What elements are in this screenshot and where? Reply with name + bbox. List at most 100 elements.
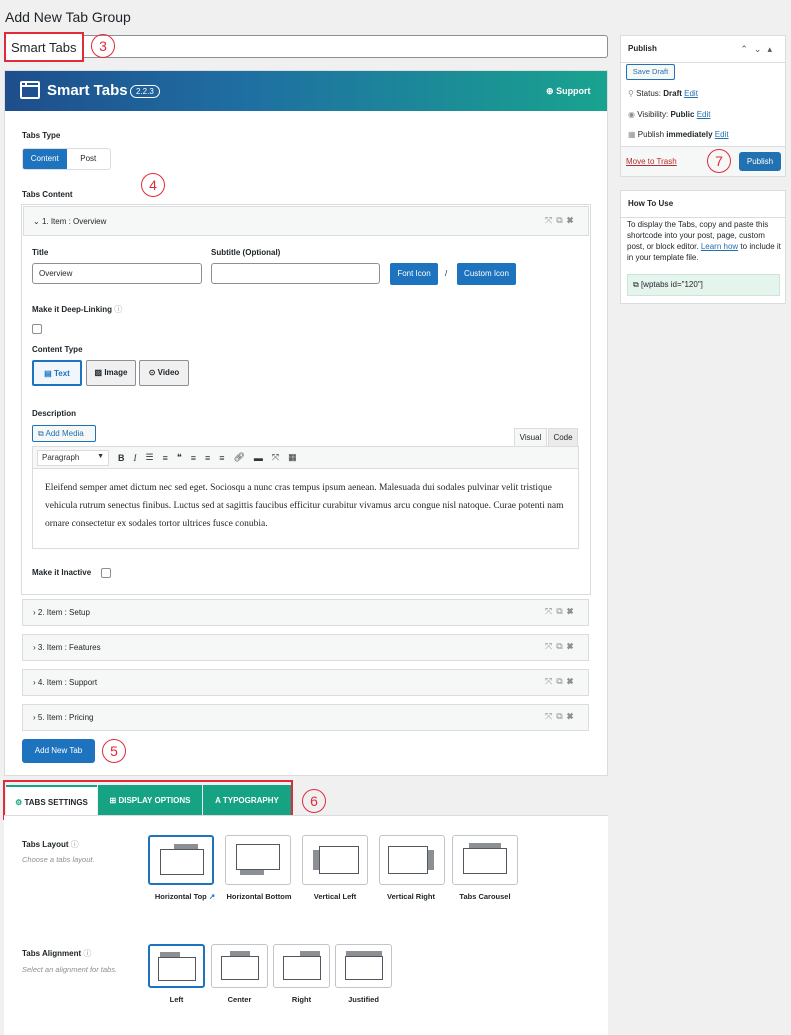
copy-icon[interactable]: ⧉ xyxy=(556,711,566,721)
publish-box-header[interactable]: Publish ⌃⌄▴ xyxy=(621,36,785,63)
grid-icon: ⊞ xyxy=(109,796,117,805)
publish-button[interactable]: Publish xyxy=(739,152,781,171)
layout-tabs-carousel[interactable] xyxy=(452,835,518,885)
bold-icon[interactable]: B xyxy=(118,453,125,463)
custom-icon-button[interactable]: Custom Icon xyxy=(457,263,516,285)
expand-icon[interactable]: ⤧ xyxy=(545,711,556,721)
numbered-list-icon[interactable]: ≡ xyxy=(163,453,168,463)
expand-icon[interactable]: ⤧ xyxy=(545,641,556,651)
copy-icon[interactable]: ⧉ xyxy=(556,606,566,616)
link-icon[interactable]: 🔗︎ xyxy=(233,452,244,463)
info-icon[interactable]: ⓘ xyxy=(71,840,79,849)
publish-date-edit-link[interactable]: Edit xyxy=(715,130,729,139)
expand-icon[interactable]: ⤧ xyxy=(545,215,556,225)
chevron-down-icon[interactable]: ⌄ xyxy=(754,44,768,54)
item-4-header[interactable] xyxy=(22,669,589,696)
external-link-icon[interactable]: ↗ xyxy=(209,892,215,901)
box-controls[interactable]: ⌃⌄▴ xyxy=(740,36,778,62)
copy-icon[interactable]: ⧉ xyxy=(556,215,566,225)
close-icon[interactable]: ✖ xyxy=(567,711,578,721)
tab-tabs-settings-label: TABS SETTINGS xyxy=(24,798,88,807)
inactive-checkbox[interactable] xyxy=(101,568,111,578)
add-new-tab-button[interactable]: Add New Tab xyxy=(22,739,95,763)
content-type-video[interactable]: ⊙ Video xyxy=(139,360,189,386)
item-5-controls[interactable]: ⤧⧉✖ xyxy=(545,711,578,722)
content-type-text[interactable]: ▤ Text xyxy=(32,360,82,386)
title-input-value[interactable]: Smart Tabs xyxy=(4,32,84,62)
move-to-trash-link[interactable]: Move to Trash xyxy=(626,157,677,166)
item-3-controls[interactable]: ⤧⧉✖ xyxy=(545,641,578,652)
close-icon[interactable]: ✖ xyxy=(567,641,578,651)
quote-icon[interactable]: ❝ xyxy=(177,452,182,463)
info-icon[interactable]: ⓘ xyxy=(83,949,91,958)
item-2-controls[interactable]: ⤧⧉✖ xyxy=(545,606,578,617)
tabs-type-post[interactable]: Post xyxy=(67,149,111,169)
copy-icon[interactable]: ⧉ xyxy=(633,280,639,289)
add-media-button[interactable]: ⧉ Add Media xyxy=(32,425,96,442)
visibility-edit-link[interactable]: Edit xyxy=(697,110,711,119)
chevron-up-icon[interactable]: ⌃ xyxy=(740,44,754,54)
layout-vertical-left[interactable] xyxy=(302,835,368,885)
close-icon[interactable]: ✖ xyxy=(567,676,578,686)
item-3-header[interactable] xyxy=(22,634,589,661)
expand-icon[interactable]: ⤧ xyxy=(545,606,556,616)
align-center[interactable] xyxy=(211,944,268,988)
format-select[interactable]: Paragraph ▼ xyxy=(37,449,109,466)
visual-tab[interactable]: Visual xyxy=(514,428,547,446)
status-edit-link[interactable]: Edit xyxy=(684,89,698,98)
item-4-controls[interactable]: ⤧⧉✖ xyxy=(545,676,578,687)
item-subtitle-input[interactable] xyxy=(211,263,380,284)
toolbar-toggle-icon[interactable]: ▦ xyxy=(288,452,297,463)
shortcode-box[interactable]: ⧉ [wptabs id="120"] xyxy=(627,274,780,296)
description-editor[interactable]: Paragraph ▼ B I ☰ ≡ ❝ ≡ ≡ ≡ 🔗︎ ▬ ⤧ ▦ Elei… xyxy=(32,446,579,549)
copy-icon[interactable]: ⧉ xyxy=(556,676,566,686)
item-5-label[interactable]: › 5. Item : Pricing xyxy=(33,713,93,722)
item-2-header[interactable] xyxy=(22,599,589,626)
align-right[interactable] xyxy=(273,944,330,988)
layout-horizontal-bottom[interactable] xyxy=(225,835,291,885)
description-content[interactable]: Eleifend semper amet dictum nec sed eget… xyxy=(33,469,578,543)
italic-icon[interactable]: I xyxy=(134,453,137,463)
save-draft-button[interactable]: Save Draft xyxy=(626,64,675,80)
expand-icon[interactable]: ⤧ xyxy=(545,676,556,686)
layout-horizontal-top[interactable] xyxy=(148,835,214,885)
item-1-label[interactable]: ⌄ 1. Item : Overview xyxy=(33,217,106,226)
support-link[interactable]: ⊕ Support xyxy=(546,86,591,97)
item-5-header[interactable] xyxy=(22,704,589,731)
info-icon[interactable]: ⓘ xyxy=(114,305,122,314)
tab-tabs-settings[interactable]: ⚙ TABS SETTINGS xyxy=(6,785,97,817)
item-4-label[interactable]: › 4. Item : Support xyxy=(33,678,97,687)
how-to-use-title: How To Use xyxy=(621,191,785,218)
toggle-arrow-icon[interactable]: ▴ xyxy=(767,44,778,54)
tab-display-options[interactable]: ⊞ DISPLAY OPTIONS xyxy=(98,785,202,817)
copy-icon[interactable]: ⧉ xyxy=(556,641,566,651)
align-left-icon[interactable]: ≡ xyxy=(191,453,196,463)
item-1-header[interactable] xyxy=(23,206,589,236)
align-justified[interactable] xyxy=(335,944,392,988)
content-type-image[interactable]: ▨ Image xyxy=(86,360,136,386)
publish-box-title: Publish xyxy=(628,44,657,53)
tab-typography[interactable]: A TYPOGRAPHY xyxy=(203,785,291,817)
item-3-label[interactable]: › 3. Item : Features xyxy=(33,643,101,652)
editor-resize-bar[interactable] xyxy=(32,538,579,549)
close-icon[interactable]: ✖ xyxy=(567,215,578,225)
tabs-type-content[interactable]: Content xyxy=(23,149,67,169)
chevron-down-icon: ⌄ xyxy=(33,217,40,226)
font-icon-button[interactable]: Font Icon xyxy=(390,263,438,285)
item-2-label[interactable]: › 2. Item : Setup xyxy=(33,608,90,617)
shortcode-text[interactable]: [wptabs id="120"] xyxy=(641,280,703,289)
content-type-image-label: Image xyxy=(104,368,128,377)
item-1-controls[interactable]: ⤧⧉✖ xyxy=(545,215,578,226)
fullscreen-icon[interactable]: ⤧ xyxy=(272,452,279,463)
layout-vertical-right[interactable] xyxy=(379,835,445,885)
align-center-icon[interactable]: ≡ xyxy=(205,453,210,463)
item-title-input[interactable]: Overview xyxy=(32,263,202,284)
code-tab[interactable]: Code xyxy=(548,428,578,446)
close-icon[interactable]: ✖ xyxy=(567,606,578,616)
learn-how-link[interactable]: Learn how xyxy=(701,242,738,251)
align-right-icon[interactable]: ≡ xyxy=(219,453,224,463)
bullet-list-icon[interactable]: ☰ xyxy=(146,452,154,463)
deep-link-checkbox[interactable] xyxy=(32,324,42,334)
align-left[interactable] xyxy=(148,944,205,988)
more-icon[interactable]: ▬ xyxy=(254,453,263,463)
